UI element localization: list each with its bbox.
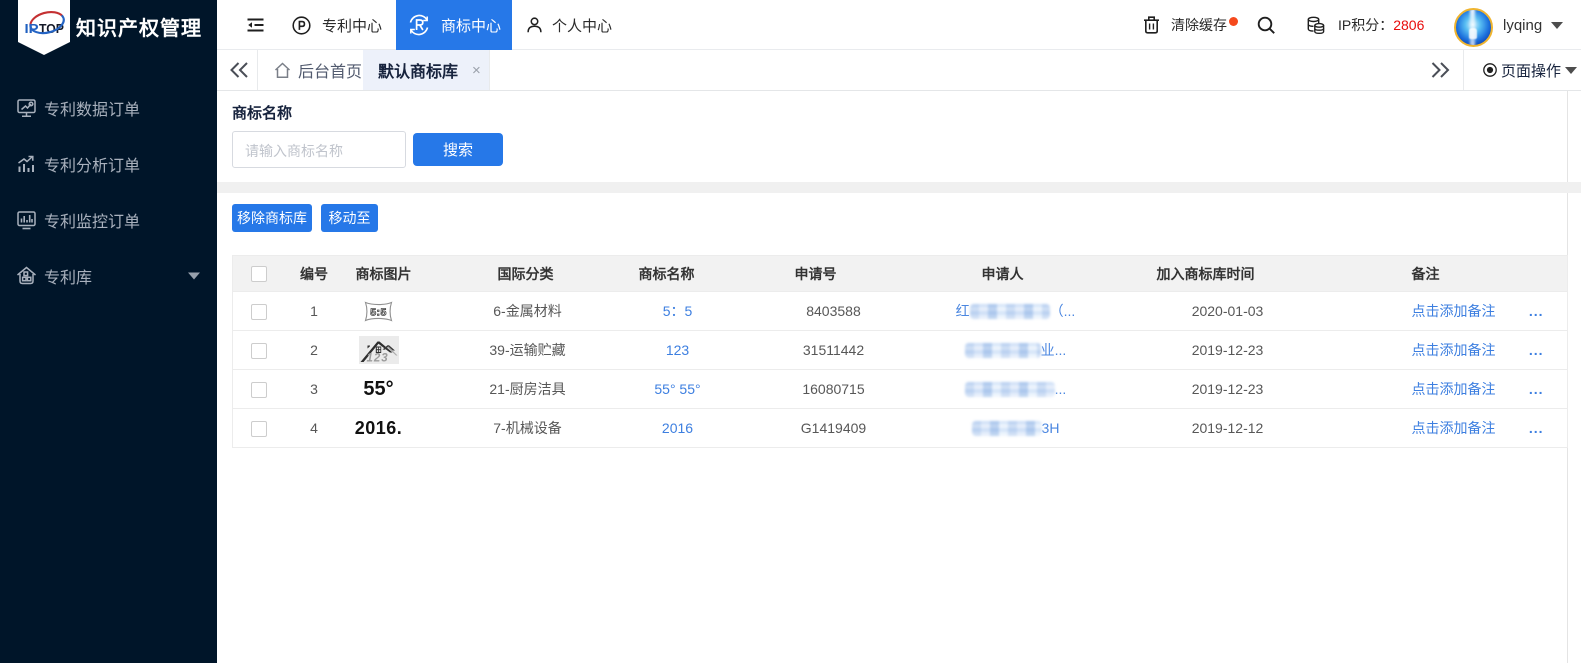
svg-text:123: 123 <box>366 353 388 365</box>
svg-text:5:5: 5:5 <box>370 306 387 318</box>
